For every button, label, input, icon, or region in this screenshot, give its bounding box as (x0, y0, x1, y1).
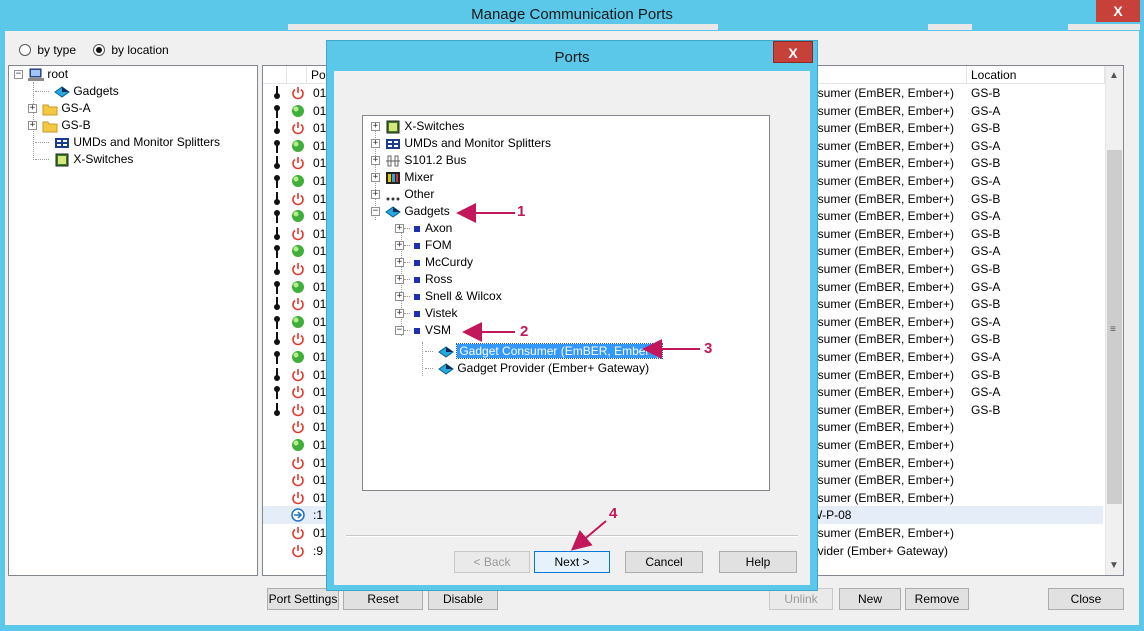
annotation-2: 2 (520, 323, 529, 340)
annotation-4: 4 (609, 505, 618, 522)
annotation-arrows (456, 203, 700, 551)
annotation-3: 3 (704, 340, 713, 357)
annotation-arrow-4 (570, 520, 607, 551)
annotation-1: 1 (517, 203, 526, 220)
